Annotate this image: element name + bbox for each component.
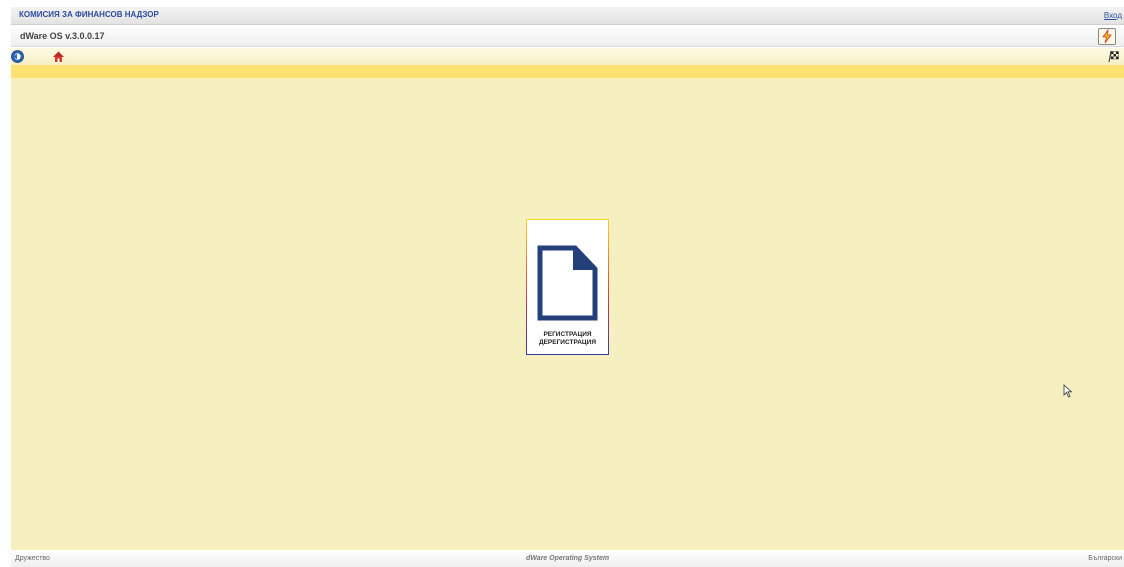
- lightning-app-icon[interactable]: [1098, 28, 1116, 45]
- back-circle-icon[interactable]: [11, 50, 24, 63]
- mouse-cursor-icon: [1063, 384, 1073, 398]
- registration-tile[interactable]: РЕГИСТРАЦИЯ ДЕРЕГИСТРАЦИЯ: [526, 219, 609, 355]
- login-link[interactable]: Вход: [1104, 11, 1122, 20]
- os-version-label: dWare OS v.3.0.0.17: [20, 31, 105, 41]
- toolbar: [11, 48, 1124, 65]
- tile-label-line1: РЕГИСТРАЦИЯ: [543, 331, 592, 338]
- app-frame: КОМИСИЯ ЗА ФИНАНСОВ НАДЗОР Вход dWare OS…: [11, 0, 1124, 567]
- tile-label-line2: ДЕРЕГИСТРАЦИЯ: [538, 339, 597, 346]
- document-icon: [537, 245, 598, 321]
- home-icon[interactable]: [52, 50, 65, 63]
- main-content: РЕГИСТРАЦИЯ ДЕРЕГИСТРАЦИЯ: [11, 78, 1124, 550]
- version-bar: dWare OS v.3.0.0.17: [11, 25, 1124, 47]
- checkered-flag-icon[interactable]: [1107, 50, 1120, 63]
- top-bar: КОМИСИЯ ЗА ФИНАНСОВ НАДЗОР Вход: [11, 7, 1124, 25]
- header-stripe: [11, 65, 1124, 78]
- footer: Дружество dWare Operating System Българс…: [11, 551, 1124, 567]
- footer-language[interactable]: Български: [1088, 555, 1122, 562]
- organization-name: КОМИСИЯ ЗА ФИНАНСОВ НАДЗОР: [19, 10, 159, 19]
- footer-system-name: dWare Operating System: [525, 555, 610, 562]
- tile-label: РЕГИСТРАЦИЯ ДЕРЕГИСТРАЦИЯ: [527, 331, 608, 347]
